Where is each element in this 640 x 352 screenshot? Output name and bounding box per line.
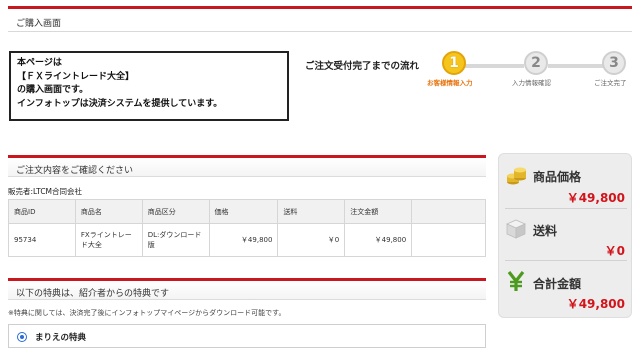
bonus-radio[interactable] [17,332,27,342]
column-header: 商品名 [74,199,143,224]
intro-line: の購入画面です。 [17,85,89,95]
box-icon [505,218,527,240]
summary-total-value: ￥49,800 [566,297,625,311]
bonus-note: ※特典に関しては、決済完了後にインフォトップマイページからダウンロード可能です。 [8,309,286,317]
summary-divider [505,208,627,209]
product-category: DL:ダウンロード版 [141,223,210,257]
page-title: ご購入画面 [16,19,62,29]
page-header: ご購入画面 [8,6,632,32]
table-cell-empty [411,223,486,257]
step-3-circle: 3 [602,51,626,75]
intro-line: インフォトップは決済システムを提供しています。 [17,98,223,109]
summary-divider [505,260,627,261]
product-shipping: ￥0 [277,223,346,257]
product-name: FXライントレード大全 [74,223,143,257]
column-header: 価格 [208,199,279,224]
step-connector [464,64,524,68]
intro-box: 本ページは 【ＦＸライントレード大全】 の購入画面です。 インフォトップは決済シ… [9,51,289,121]
step-2-label: 入力情報確認 [512,79,551,87]
intro-line: 【ＦＸライントレード大全】 [17,71,135,82]
column-header: 商品ID [8,199,76,224]
step-3-label: ご注文完了 [594,79,627,87]
column-header: 注文金額 [344,199,413,224]
table-row: 95734 FXライントレード大全 DL:ダウンロード版 ￥49,800 ￥0 … [8,223,486,257]
product-price: ￥49,800 [208,223,279,257]
intro-line: 本ページは [17,58,62,68]
step-connector [548,64,608,68]
bonus-option[interactable]: まりえの特典 [8,324,486,348]
step-1-label: お客様情報入力 [427,79,473,87]
summary-shipping-label: 送料 [533,224,558,238]
table-header-row: 商品ID 商品名 商品区分 価格 送料 注文金額 [8,199,486,224]
summary-price-label: 商品価格 [533,170,582,184]
product-id: 95734 [8,223,76,257]
step-2-circle: 2 [524,51,548,75]
bonus-option-label: まりえの特典 [35,333,87,343]
coins-icon [505,164,527,186]
product-total: ￥49,800 [344,223,413,257]
column-header-empty [411,199,486,224]
summary-panel: 商品価格 ￥49,800 送料 ￥0 合計金額 ￥49,800 [498,153,632,318]
order-section-header: ご注文内容をご確認ください [8,155,486,177]
summary-price-value: ￥49,800 [566,191,625,205]
bonus-section-header: 以下の特典は、紹介者からの特典です [8,278,486,300]
flow-title: ご注文受付完了までの流れ [305,61,420,72]
column-header: 送料 [277,199,346,224]
summary-shipping-value: ￥0 [604,244,625,258]
order-table: 商品ID 商品名 商品区分 価格 送料 注文金額 95734 FXライントレード… [8,199,486,257]
bonus-section-title: 以下の特典は、紹介者からの特典です [16,289,170,299]
summary-total-label: 合計金額 [533,277,582,291]
column-header: 商品区分 [141,199,210,224]
seller-name: 販売者:LTCM合同会社 [8,187,83,196]
yen-icon [505,270,527,292]
order-section-title: ご注文内容をご確認ください [16,166,134,176]
step-1-circle: 1 [442,51,466,75]
